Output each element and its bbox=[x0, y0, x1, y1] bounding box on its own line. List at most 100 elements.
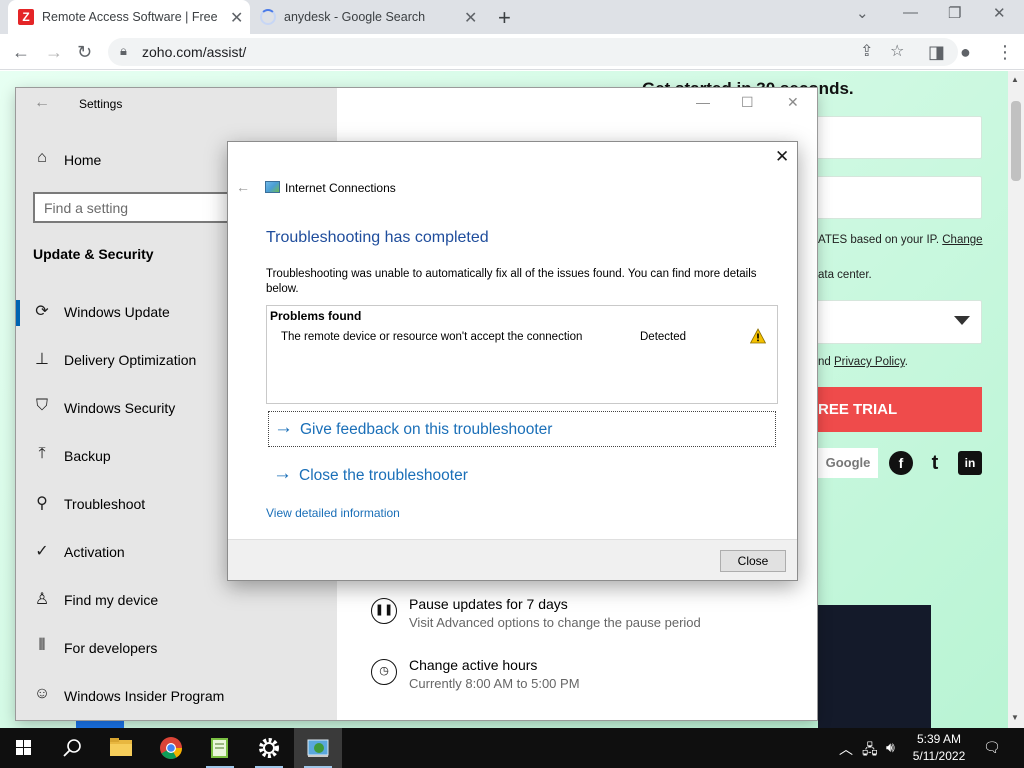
nav-find-my-device[interactable]: ♙ Find my device bbox=[16, 583, 337, 619]
nav-label: Activation bbox=[64, 544, 125, 560]
give-feedback-link[interactable]: → Give feedback on this troubleshooter bbox=[268, 411, 776, 447]
taskbar: ︿ 🖧︎ 🔊︎ 5:39 AM 5/11/2022 🗨︎ bbox=[0, 728, 1024, 768]
google-signin-button[interactable]: Google bbox=[818, 448, 878, 478]
start-button[interactable] bbox=[0, 728, 48, 768]
signup-field-1[interactable] bbox=[800, 116, 982, 159]
privacy-note: nd Privacy Policy. bbox=[818, 356, 908, 368]
command-label: Give feedback on this troubleshooter bbox=[300, 421, 553, 438]
section-title: Update & Security bbox=[33, 246, 154, 262]
menu-kebab-icon[interactable]: ⋮ bbox=[996, 41, 1014, 63]
settings-minimize-icon[interactable]: — bbox=[696, 94, 710, 110]
find-setting-input[interactable]: Find a setting bbox=[33, 192, 243, 223]
dialog-heading: Troubleshooting has completed bbox=[266, 229, 489, 246]
change-link[interactable]: Change bbox=[942, 234, 982, 246]
tab-google-search[interactable]: anydesk - Google Search ✕ bbox=[250, 0, 490, 34]
signup-field-2[interactable] bbox=[800, 176, 982, 219]
notifications-icon[interactable]: 🗨︎ bbox=[983, 739, 1001, 756]
wrench-icon: ⚲ bbox=[36, 495, 48, 512]
close-tab-icon[interactable]: ✕ bbox=[464, 8, 477, 28]
close-tab-icon[interactable]: ✕ bbox=[230, 8, 243, 28]
restore-icon[interactable]: ❐ bbox=[948, 4, 961, 22]
network-icon[interactable]: 🖧︎ bbox=[862, 739, 878, 763]
scroll-up-icon[interactable]: ▲ bbox=[1011, 75, 1019, 84]
insider-icon: ☺ bbox=[33, 685, 51, 702]
lock-icon[interactable]: 🔒︎ bbox=[120, 43, 127, 59]
network-troubleshooter-icon bbox=[307, 739, 329, 757]
show-hidden-icons-icon[interactable]: ︿ bbox=[839, 739, 853, 759]
twitter-icon[interactable]: t bbox=[923, 451, 947, 475]
network-app-icon bbox=[265, 181, 280, 193]
dialog-description: Troubleshooting was unable to automatica… bbox=[266, 268, 757, 295]
clock-time: 5:39 AM bbox=[916, 732, 962, 746]
check-circle-icon: ✓ bbox=[35, 543, 49, 560]
command-label: Close the troubleshooter bbox=[299, 467, 468, 484]
clock-date: 5/11/2022 bbox=[912, 749, 966, 763]
file-explorer-button[interactable] bbox=[97, 728, 145, 768]
nav-label: Windows Security bbox=[64, 400, 176, 416]
nav-label: Delivery Optimization bbox=[64, 352, 197, 368]
settings-close-icon[interactable]: ✕ bbox=[787, 94, 799, 111]
dialog-close-icon[interactable]: ✕ bbox=[775, 147, 789, 167]
bookmark-star-icon[interactable]: ☆ bbox=[890, 41, 904, 61]
dialog-back-icon[interactable]: ← bbox=[236, 179, 250, 195]
states-note: ATES based on your IP. Change bbox=[818, 234, 983, 246]
dialog-footer: Close bbox=[228, 539, 797, 580]
browser-toolbar: ← → ↻ 🔒︎ zoho.com/assist/ ⇪ ☆ ◨ ● ⋮ bbox=[0, 34, 1024, 70]
clock[interactable]: 5:39 AM 5/11/2022 bbox=[905, 731, 973, 765]
search-icon bbox=[63, 739, 81, 757]
notepad-icon bbox=[211, 738, 228, 758]
arrow-right-icon: → bbox=[274, 417, 293, 438]
close-troubleshooter-link[interactable]: → Close the troubleshooter bbox=[268, 458, 776, 494]
nav-for-developers[interactable]: ⫴ For developers bbox=[16, 631, 337, 667]
profile-avatar-icon[interactable]: ● bbox=[960, 41, 971, 63]
dialog-app-title: Internet Connections bbox=[285, 181, 396, 195]
back-icon[interactable]: ← bbox=[12, 41, 30, 63]
close-button[interactable]: Close bbox=[720, 550, 786, 572]
privacy-policy-link[interactable]: Privacy Policy bbox=[834, 356, 905, 368]
settings-back-icon[interactable]: ← bbox=[34, 94, 50, 112]
reload-icon[interactable]: ↻ bbox=[77, 41, 92, 63]
minimize-icon[interactable]: — bbox=[903, 4, 918, 21]
problems-header: Problems found bbox=[270, 309, 362, 323]
scroll-down-icon[interactable]: ▼ bbox=[1011, 713, 1019, 722]
page-scrollbar[interactable]: ▲ ▼ bbox=[1008, 71, 1024, 728]
linkedin-icon[interactable]: in bbox=[958, 451, 982, 475]
side-panel-icon[interactable]: ◨ bbox=[928, 41, 945, 63]
delivery-icon: ⊥ bbox=[35, 351, 49, 368]
pause-icon: ❚❚ bbox=[371, 598, 397, 624]
nav-windows-insider[interactable]: ☺ Windows Insider Program bbox=[16, 679, 337, 715]
free-trial-button[interactable]: REE TRIAL bbox=[810, 387, 982, 432]
page-accent bbox=[76, 720, 124, 728]
option-title: Change active hours bbox=[409, 657, 538, 673]
view-detailed-information-link[interactable]: View detailed information bbox=[266, 506, 400, 520]
facebook-icon[interactable]: f bbox=[889, 451, 913, 475]
shield-icon: ⛉ bbox=[35, 397, 48, 414]
address-bar[interactable]: 🔒︎ zoho.com/assist/ ⇪ ☆ bbox=[108, 38, 958, 66]
nav-label: Home bbox=[64, 152, 102, 168]
problems-list: Problems found The remote device or reso… bbox=[266, 305, 778, 404]
notepad-button[interactable] bbox=[196, 728, 244, 768]
problem-description[interactable]: The remote device or resource won't acce… bbox=[281, 331, 582, 343]
tab-zoho-assist[interactable]: Z Remote Access Software | Free R ✕ bbox=[8, 0, 250, 34]
tab-title: anydesk - Google Search bbox=[284, 10, 426, 24]
tab-search-icon[interactable]: ⌄ bbox=[856, 4, 869, 22]
settings-maximize-icon[interactable]: ☐ bbox=[741, 94, 754, 111]
forward-icon[interactable]: → bbox=[45, 41, 63, 63]
scrollbar-thumb[interactable] bbox=[1011, 101, 1021, 181]
url-text[interactable]: zoho.com/assist/ bbox=[142, 44, 246, 60]
new-tab-icon[interactable]: + bbox=[498, 5, 511, 31]
search-placeholder: Find a setting bbox=[44, 200, 129, 216]
person-icon: ♙ bbox=[34, 591, 50, 608]
nav-label: For developers bbox=[64, 640, 158, 656]
close-window-icon[interactable]: ✕ bbox=[993, 4, 1006, 22]
problem-status: Detected bbox=[640, 331, 687, 343]
share-icon[interactable]: ⇪ bbox=[860, 41, 873, 61]
settings-button[interactable] bbox=[245, 728, 293, 768]
windows-logo-icon bbox=[16, 740, 31, 755]
troubleshooter-taskbar-button[interactable] bbox=[294, 728, 342, 768]
clock-icon: ◷ bbox=[371, 659, 397, 685]
search-button[interactable] bbox=[48, 728, 96, 768]
country-select[interactable] bbox=[800, 300, 982, 344]
chrome-button[interactable] bbox=[147, 728, 195, 768]
volume-icon[interactable]: 🔊︎ bbox=[886, 739, 895, 756]
